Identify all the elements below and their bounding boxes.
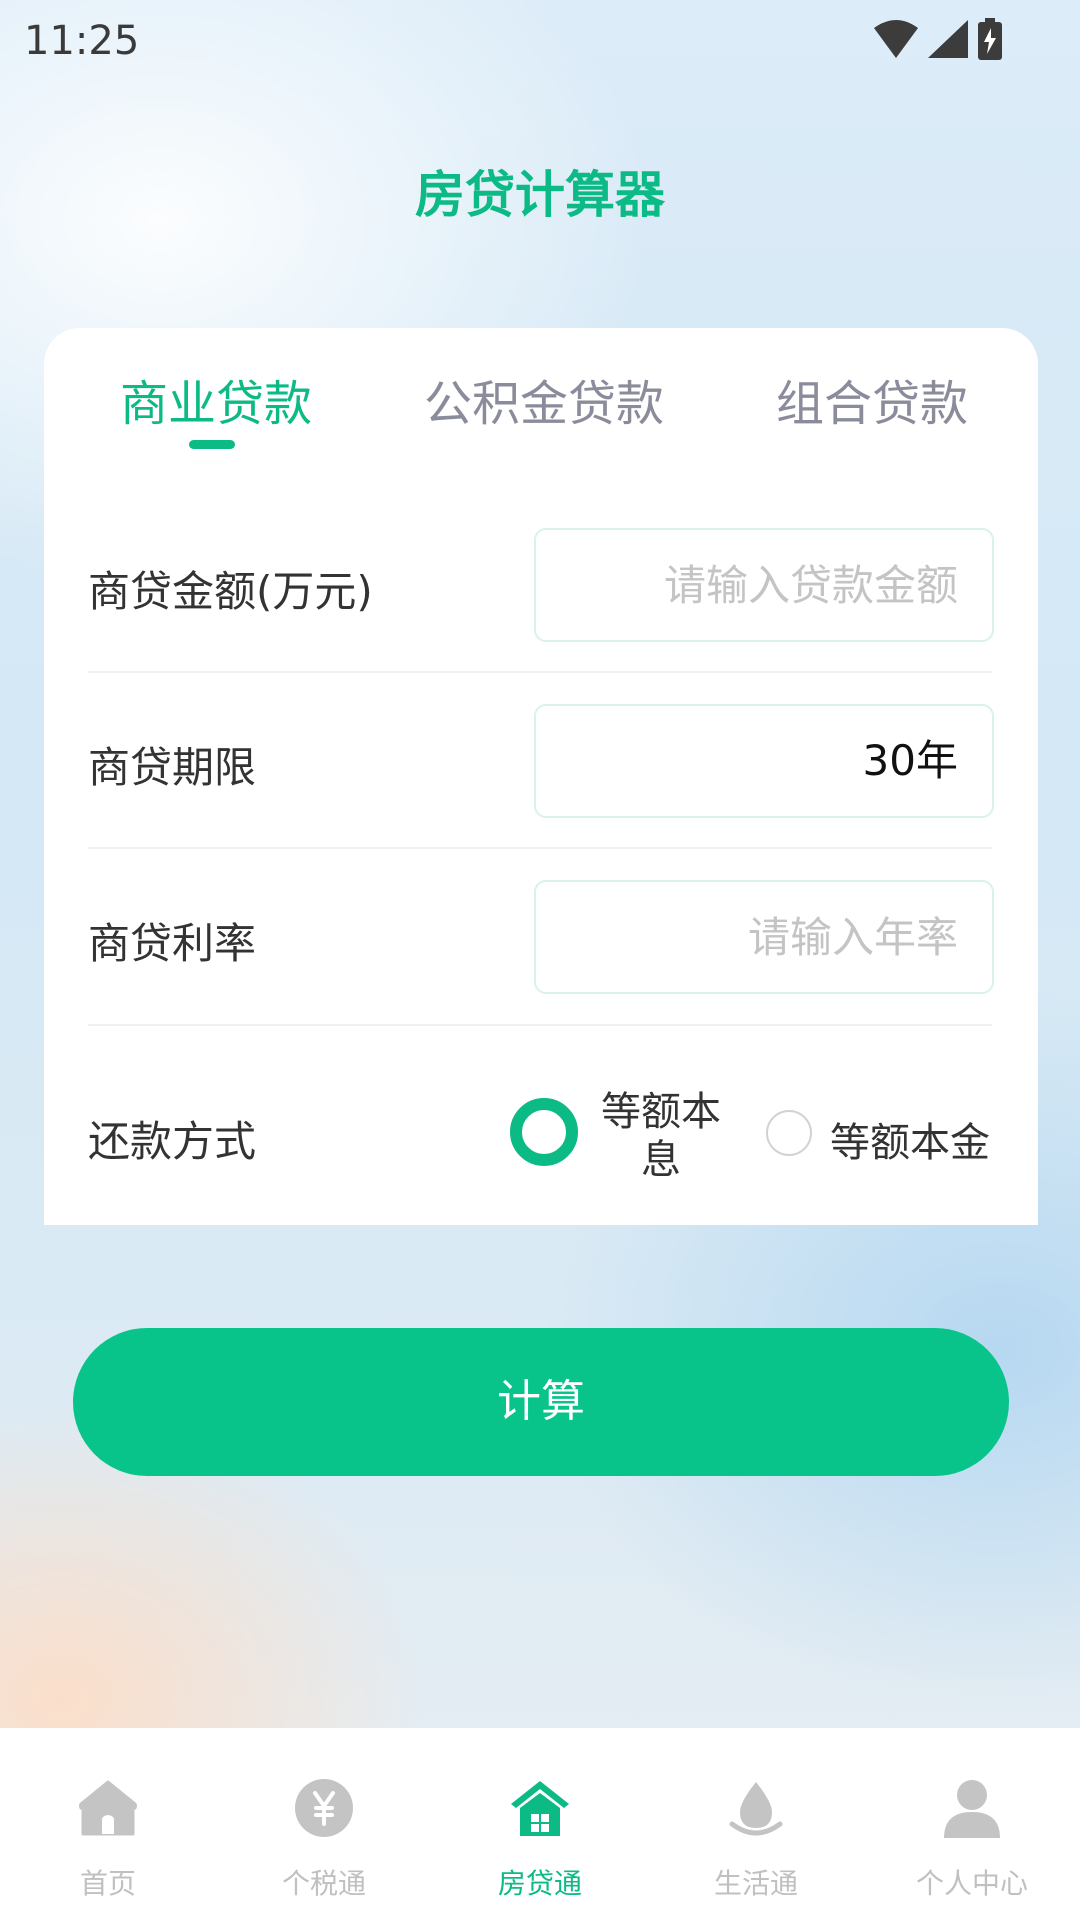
- cell-signal-icon: [928, 20, 968, 58]
- divider: [88, 1024, 992, 1026]
- tab-combined-loan[interactable]: 组合贷款: [776, 364, 968, 434]
- rate-input[interactable]: [534, 880, 994, 994]
- active-tab-indicator: [189, 440, 235, 449]
- bottom-nav: 首页 个税通 房贷通 生活通 个人中心: [0, 1728, 1080, 1920]
- nav-label-tax: 个税通: [281, 1867, 366, 1900]
- water-drop-icon: [729, 1782, 783, 1836]
- tab-provident-fund-loan[interactable]: 公积金贷款: [424, 364, 664, 434]
- rate-label: 商贷利率: [88, 919, 257, 968]
- radio-label-equal-installment[interactable]: 等额本息: [596, 1088, 726, 1184]
- tab-commercial-loan[interactable]: 商业贷款: [120, 364, 312, 434]
- wifi-icon: [874, 20, 918, 58]
- amount-input[interactable]: [534, 528, 994, 642]
- nav-label-mortgage: 房贷通: [497, 1867, 582, 1900]
- status-bar: 11:25: [0, 0, 1080, 84]
- term-label: 商贷期限: [88, 743, 257, 792]
- battery-charging-icon: [978, 18, 1002, 60]
- radio-equal-principal[interactable]: [766, 1110, 812, 1156]
- nav-item-profile[interactable]: 个人中心: [864, 1728, 1080, 1920]
- nav-item-home[interactable]: 首页: [0, 1728, 216, 1920]
- page-title: 房贷计算器: [415, 166, 665, 224]
- nav-label-life: 生活通: [713, 1867, 798, 1900]
- nav-item-tax[interactable]: 个税通: [216, 1728, 432, 1920]
- nav-item-mortgage[interactable]: 房贷通: [432, 1728, 648, 1920]
- yuan-coin-icon: [295, 1779, 353, 1837]
- radio-label-equal-principal[interactable]: 等额本金: [830, 1110, 990, 1168]
- calculate-button[interactable]: 计算: [73, 1328, 1009, 1476]
- house-icon: [511, 1781, 569, 1836]
- nav-item-life[interactable]: 生活通: [648, 1728, 864, 1920]
- loan-form-card: 商业贷款 公积金贷款 组合贷款 商贷金额(万元) 商贷期限 30年 商贷利率 还…: [44, 328, 1038, 1225]
- divider: [88, 847, 992, 849]
- divider: [88, 671, 992, 673]
- nav-label-profile: 个人中心: [915, 1867, 1028, 1900]
- status-time: 11:25: [24, 18, 140, 64]
- amount-label: 商贷金额(万元): [88, 567, 373, 616]
- radio-equal-installment[interactable]: [510, 1098, 578, 1166]
- person-icon: [944, 1780, 1000, 1838]
- nav-label-home: 首页: [79, 1867, 136, 1900]
- repayment-label: 还款方式: [88, 1117, 257, 1166]
- home-icon: [79, 1780, 137, 1836]
- status-icons: [874, 18, 1002, 60]
- term-selector[interactable]: 30年: [534, 704, 994, 818]
